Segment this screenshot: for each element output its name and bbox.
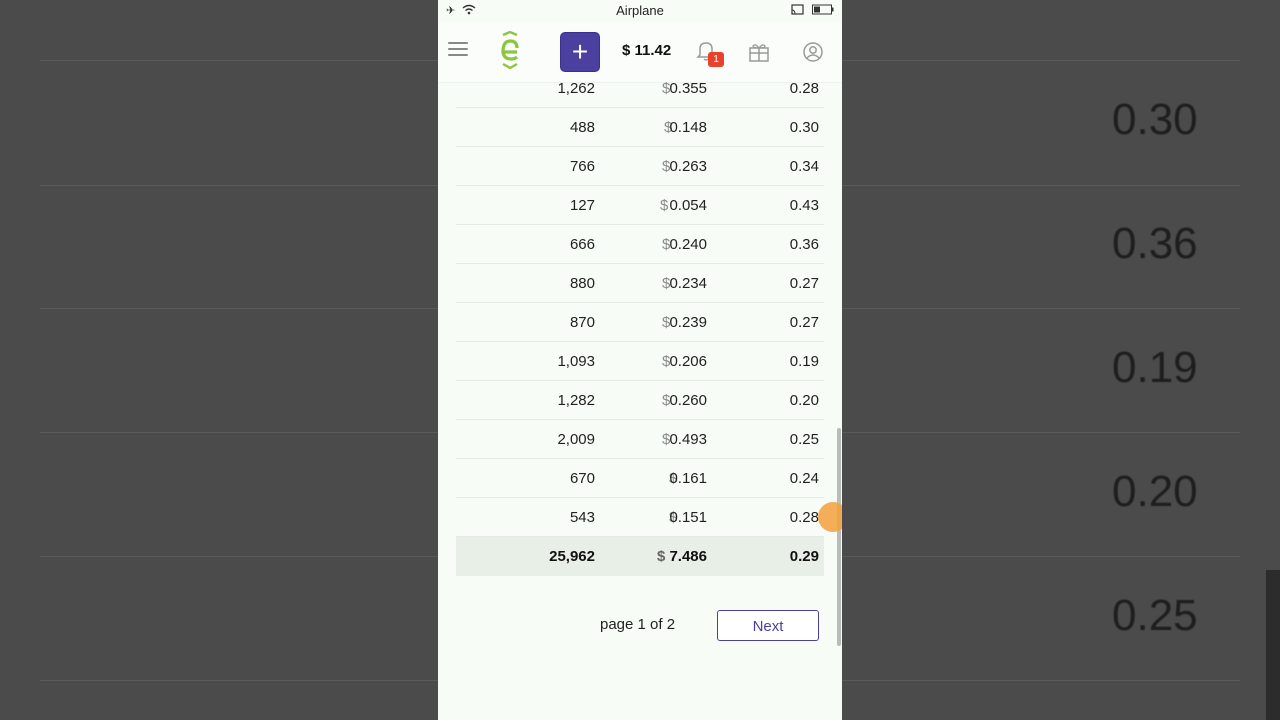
balance-amount: $ 11.42 [622,42,672,59]
cost-cell: 0.161 [669,470,707,487]
stats-table: 1,262 $0.355 0.28 488 $0.148 0.30 766 $0.263 0.3… [456,69,824,576]
bg-rate-echo: 0.30 [1112,95,1198,144]
rate-cell: 0.28 [789,80,819,97]
carrier-label: Airplane [616,3,664,18]
rate-cell: 0.29 [789,548,819,565]
table-row: 1,093 $0.206 0.19 [456,342,824,381]
battery-icon [812,4,834,18]
cost-cell: 0.239 [669,314,707,331]
cost-cell: 0.151 [669,509,707,526]
table-row: 543 $0.151 0.28 [456,498,824,537]
bg-rate-echo: 0.25 [1112,591,1198,640]
cost-cell: 0.234 [669,275,707,292]
count-cell: 880 [569,275,595,292]
rate-cell: 0.27 [789,275,819,292]
cost-cell: 0.206 [669,353,707,370]
rate-cell: 0.27 [789,314,819,331]
add-button[interactable]: + [560,32,600,72]
count-cell: 670 [569,470,595,487]
cost-cell: 0.260 [669,392,707,409]
count-cell: 25,962 [549,548,595,565]
cost-cell: 0.054 [669,197,707,214]
cost-cell: 0.263 [669,158,707,175]
next-page-button[interactable]: Next [717,610,819,641]
table-row: 880 $0.234 0.27 [456,264,824,303]
table-row: 488 $0.148 0.30 [456,108,824,147]
table-row: 1,262 $0.355 0.28 [456,69,824,108]
cost-cell: 7.486 [669,548,707,565]
gift-icon[interactable] [748,41,770,63]
table-row: 766 $0.263 0.34 [456,147,824,186]
rate-cell: 0.28 [789,509,819,526]
rate-cell: 0.24 [789,470,819,487]
bg-edge [1266,570,1280,720]
cost-cell: 0.355 [669,80,707,97]
rate-cell: 0.25 [789,431,819,448]
cost-cell: 0.148 [669,119,707,136]
table-row: 870 $0.239 0.27 [456,303,824,342]
bg-rate-echo: 0.19 [1112,343,1198,392]
currency-symbol: $ [660,197,669,214]
count-cell: 1,093 [557,353,595,370]
count-cell: 870 [569,314,595,331]
count-cell: 2,009 [557,431,595,448]
user-account-icon[interactable] [802,41,824,63]
rate-cell: 0.36 [789,236,819,253]
table-row: 127 $0.054 0.43 [456,186,824,225]
touch-indicator [818,502,842,532]
page-indicator: page 1 of 2 [600,616,676,633]
table-row: 2,009 $0.493 0.25 [456,420,824,459]
count-cell: 766 [569,158,595,175]
rate-cell: 0.43 [789,197,819,214]
cast-icon [791,4,804,18]
rate-cell: 0.30 [789,119,819,136]
table-row: 666 $0.240 0.36 [456,225,824,264]
rate-cell: 0.20 [789,392,819,409]
currency-symbol: $ [657,548,666,565]
bg-rate-echo: 0.36 [1112,219,1198,268]
menu-icon[interactable] [448,42,468,56]
table-row: 1,282 $0.260 0.20 [456,381,824,420]
count-cell: 666 [569,236,595,253]
table-row: 670 $0.161 0.24 [456,459,824,498]
count-cell: 543 [569,509,595,526]
count-cell: 127 [569,197,595,214]
count-cell: 1,262 [557,80,595,97]
phone-screen: ✈ Airplane + $ 11.42 1 1,262 $ 0.355 0.2… [438,0,842,720]
rate-cell: 0.34 [789,158,819,175]
rate-cell: 0.19 [789,353,819,370]
cost-cell: 0.240 [669,236,707,253]
count-cell: 488 [569,119,595,136]
notification-badge: 1 [708,52,724,67]
bg-rate-echo: 0.20 [1112,467,1198,516]
scrollbar[interactable] [837,428,841,646]
count-cell: 1,282 [557,392,595,409]
status-bar: ✈ Airplane [438,0,842,22]
table-total-row: 25,962 $7.486 0.29 [456,537,824,576]
logo[interactable] [498,30,522,70]
cost-cell: 0.493 [669,431,707,448]
